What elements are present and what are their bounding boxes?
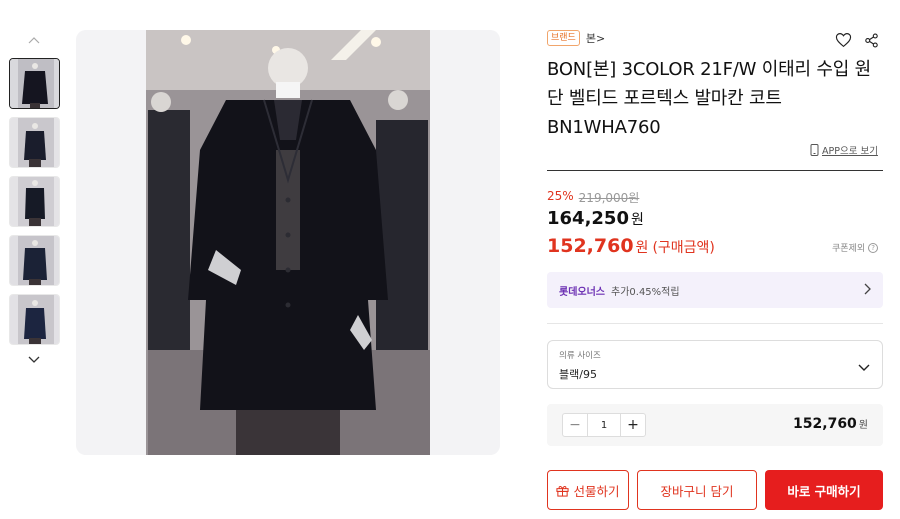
quantity-value[interactable]: 1 [587,414,621,436]
share-icon [864,32,878,48]
coat-photo [76,30,500,455]
original-price: 219,000원 [578,191,640,205]
share-button[interactable] [862,31,880,49]
quantity-panel: − 1 + 152,760 원 [547,404,883,446]
help-icon: ? [868,242,879,253]
chevron-down-icon [858,357,870,376]
sale-price-unit: 원 [630,212,644,228]
sale-price: 164,250 원 [547,208,644,229]
chevron-right-icon [863,283,871,298]
thumbnail-down-button[interactable] [26,352,42,368]
app-view-label: APP으로 보기 [822,146,878,157]
chevron-up-icon [28,37,40,44]
final-price-note: (구매금액) [652,240,715,256]
option-label: 의류 사이즈 [559,351,601,361]
thumbnail-4[interactable] [9,235,60,286]
lotte-members-desc: 추가0.45%적립 [611,286,680,298]
final-price-unit: 원 [635,240,649,256]
thumbnail-image [10,59,59,108]
thumbnail-1[interactable] [9,58,60,109]
size-option-select[interactable]: 의류 사이즈 블랙/95 [547,340,883,389]
quantity-decrease-button[interactable]: − [563,414,587,436]
thumbnail-5[interactable] [9,294,60,345]
quantity-increase-button[interactable]: + [621,414,645,436]
gift-button[interactable]: 선물하기 [547,470,629,510]
coupon-excluded-info[interactable]: 쿠폰제외 ? [832,241,879,254]
quantity-total-unit: 원 [858,420,868,431]
final-price-value: 152,760 [547,235,634,257]
main-product-image [76,30,500,455]
final-price: 152,760 원 (구매금액) [547,235,715,257]
thumbnail-image [10,177,59,226]
title-divider [547,170,883,171]
brand-link[interactable]: 본> [586,30,605,46]
brand-badge: 브랜드 [547,30,580,46]
product-title: BON[본] 3COLOR 21F/W 이태리 수입 원단 벨티드 포르텍스 발… [547,59,872,138]
thumbnail-image [10,118,59,167]
thumbnail-image [10,295,59,344]
heart-icon [835,33,851,48]
lotte-members-banner[interactable]: 롯데오너스 추가0.45%적립 [547,272,883,308]
coupon-label: 쿠폰제외 [832,244,866,254]
gift-icon [556,485,570,497]
add-to-cart-button[interactable]: 장바구니 담기 [637,470,757,510]
chevron-down-icon [28,356,40,363]
quantity-total-value: 152,760 [793,416,857,432]
thumbnail-image [10,236,59,285]
gift-button-label: 선물하기 [573,483,620,499]
buy-now-button[interactable]: 바로 구매하기 [765,470,883,510]
sale-price-value: 164,250 [547,208,629,229]
mobile-phone-icon [810,144,819,156]
section-divider [547,323,883,324]
lotte-members-name: 롯데오너스 [559,286,605,298]
discount-rate: 25% [547,189,574,203]
thumbnail-3[interactable] [9,176,60,227]
app-view-link[interactable]: APP으로 보기 [810,143,878,157]
wishlist-button[interactable] [834,31,852,49]
quantity-total-price: 152,760 원 [793,416,868,432]
option-value: 블랙/95 [559,368,597,381]
thumbnail-2[interactable] [9,117,60,168]
quantity-stepper: − 1 + [562,413,646,437]
thumbnail-up-button[interactable] [26,32,42,48]
